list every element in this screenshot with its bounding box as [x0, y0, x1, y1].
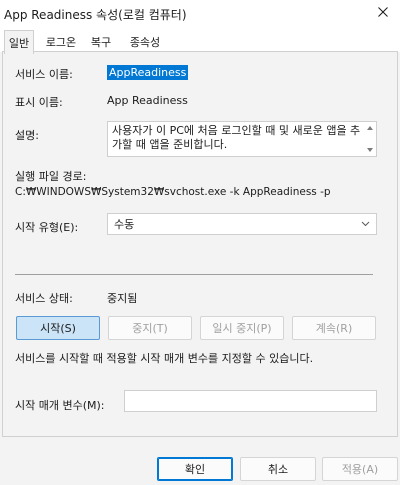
ok-button[interactable]: 확인: [157, 457, 233, 481]
tab-logon[interactable]: 로그온: [40, 32, 82, 52]
close-icon: [378, 7, 388, 17]
resume-button[interactable]: 계속(R): [292, 316, 376, 340]
startup-type-label: 시작 유형(E):: [15, 221, 79, 234]
cancel-button[interactable]: 취소: [240, 457, 316, 481]
tab-recovery[interactable]: 복구: [86, 32, 116, 52]
startup-type-select[interactable]: 수동: [107, 213, 377, 235]
description-box[interactable]: 사용자가 이 PC에 처음 로그인할 때 및 새로운 앱을 추가할 때 앱을 준…: [107, 121, 377, 157]
exe-path-label: 실행 파일 경로:: [15, 170, 87, 183]
start-params-input[interactable]: [124, 390, 377, 412]
display-name-label: 표시 이름:: [15, 96, 63, 109]
service-name-value[interactable]: AppReadiness: [107, 65, 189, 80]
start-params-hint: 서비스를 시작할 때 적용할 시작 매개 변수를 지정할 수 있습니다.: [15, 352, 314, 365]
scroll-up-icon[interactable]: [367, 126, 373, 130]
start-params-label: 시작 매개 변수(M):: [15, 399, 105, 412]
apply-button[interactable]: 적용(A): [322, 457, 398, 481]
tab-general[interactable]: 일반: [4, 30, 34, 54]
divider: [15, 274, 373, 275]
window-title: App Readiness 속성(로컬 컴퓨터): [4, 8, 187, 22]
title-bar: App Readiness 속성(로컬 컴퓨터): [0, 0, 400, 30]
pause-button[interactable]: 일시 중지(P): [200, 316, 284, 340]
start-button[interactable]: 시작(S): [16, 316, 100, 340]
exe-path-value[interactable]: C:₩WINDOWS₩System32₩svchost.exe -k AppRe…: [15, 186, 331, 198]
tab-dependencies[interactable]: 종속성: [124, 32, 166, 52]
service-name-label: 서비스 이름:: [15, 68, 73, 81]
service-status-label: 서비스 상태:: [15, 292, 73, 305]
service-status-value: 중지됨: [107, 292, 138, 305]
description-label: 설명:: [15, 129, 39, 142]
tab-strip: 일반 로그온 복구 종속성: [0, 28, 400, 54]
display-name-value[interactable]: App Readiness: [107, 94, 188, 107]
scroll-down-icon[interactable]: [367, 148, 373, 152]
chevron-down-icon: [361, 221, 370, 227]
startup-type-value: 수동: [114, 218, 135, 231]
description-text: 사용자가 이 PC에 처음 로그인할 때 및 새로운 앱을 추가할 때 앱을 준…: [112, 124, 361, 151]
stop-button[interactable]: 중지(T): [108, 316, 192, 340]
close-button[interactable]: [366, 0, 400, 24]
